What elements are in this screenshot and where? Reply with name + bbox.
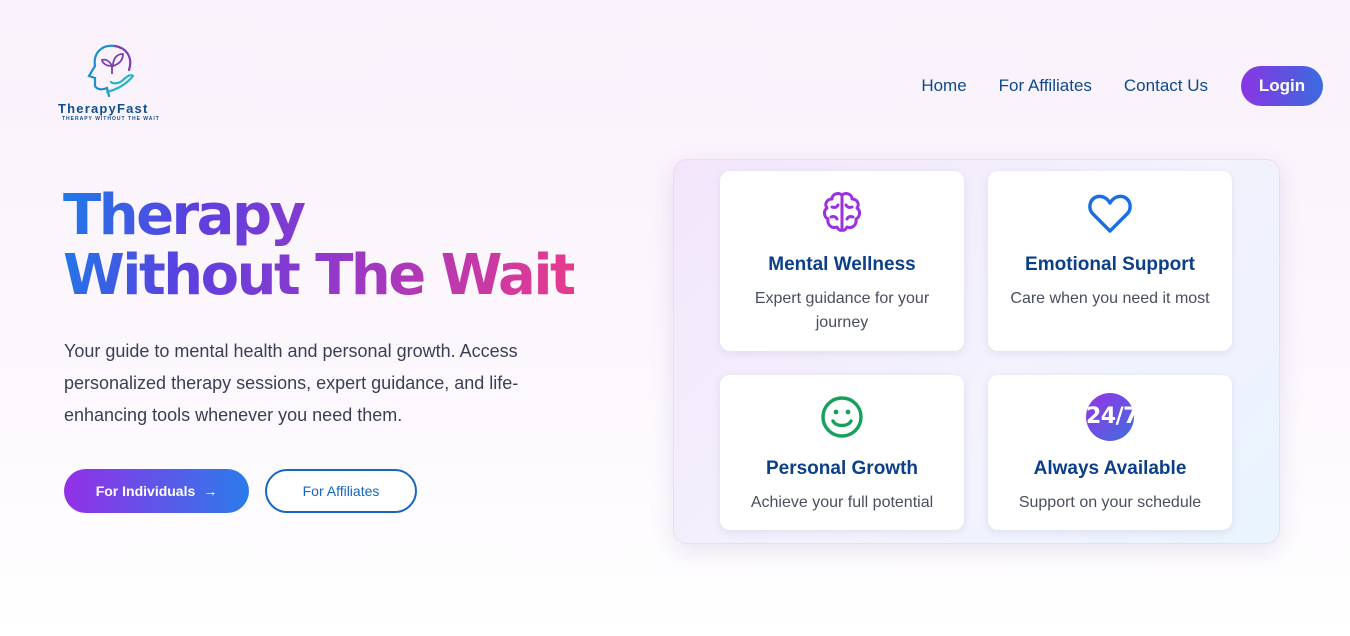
feature-description: Expert guidance for your journey: [754, 290, 930, 331]
feature-title: Always Available: [1033, 458, 1187, 479]
hero-title: Therapy Without The Wait: [63, 186, 574, 306]
hero-title-line-2: Without The Wait: [63, 243, 575, 308]
brand-name: TherapyFast: [58, 101, 149, 116]
brand-logo[interactable]: TherapyFast THERAPY WITHOUT THE WAIT: [55, 42, 165, 124]
for-affiliates-button[interactable]: For Affiliates: [265, 469, 417, 513]
hero-title-line-1: Therapy: [63, 183, 304, 248]
feature-description: Care when you need it most: [1010, 290, 1210, 307]
nav-home[interactable]: Home: [921, 76, 966, 96]
login-button[interactable]: Login: [1241, 66, 1323, 106]
for-individuals-button[interactable]: For Individuals →: [64, 469, 249, 513]
feature-card-mental-wellness: Mental Wellness Expert guidance for your…: [720, 171, 964, 351]
24-7-badge-icon: 24/7: [1086, 393, 1138, 441]
for-affiliates-label: For Affiliates: [302, 483, 380, 499]
feature-card-emotional-support: Emotional Support Care when you need it …: [988, 171, 1232, 351]
brain-icon: [823, 192, 861, 232]
nav-for-affiliates[interactable]: For Affiliates: [999, 76, 1092, 96]
arrow-right-icon: →: [203, 483, 218, 499]
feature-title: Mental Wellness: [768, 254, 916, 275]
feature-card-always-available: 24/7 Always Available Support on your sc…: [988, 375, 1232, 530]
smiley-icon: [821, 396, 863, 438]
feature-description: Support on your schedule: [1018, 494, 1202, 511]
nav-contact-us[interactable]: Contact Us: [1124, 76, 1208, 96]
head-with-leaf-and-hand-icon: [87, 44, 135, 98]
main-nav: Home For Affiliates Contact Us Login: [921, 66, 1323, 106]
feature-card-personal-growth: Personal Growth Achieve your full potent…: [720, 375, 964, 530]
for-individuals-label: For Individuals: [95, 483, 196, 499]
feature-title: Personal Growth: [765, 458, 919, 479]
brand-tagline: THERAPY WITHOUT THE WAIT: [62, 116, 160, 122]
feature-description: Achieve your full potential: [750, 494, 934, 511]
heart-icon: [1088, 194, 1132, 233]
hero-subtitle: Your guide to mental health and personal…: [64, 341, 519, 425]
feature-title: Emotional Support: [1025, 254, 1195, 275]
